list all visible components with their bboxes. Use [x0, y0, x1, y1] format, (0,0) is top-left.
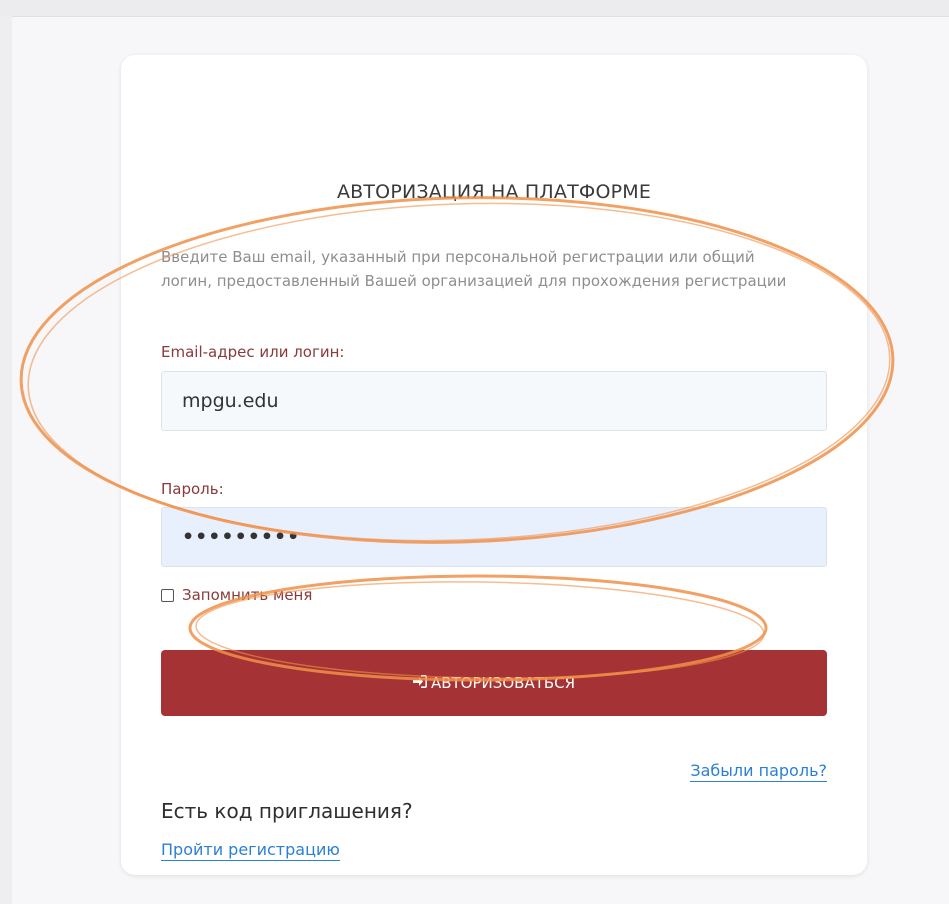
- invite-heading: Есть код приглашения?: [161, 799, 413, 823]
- intro-text: Введите Ваш email, указанный при персона…: [161, 248, 787, 290]
- register-link[interactable]: Пройти регистрацию: [161, 840, 340, 861]
- email-label: Email-адрес или логин:: [161, 343, 345, 361]
- login-button[interactable]: АВТОРИЗОВАТЬСЯ: [161, 650, 827, 716]
- remember-me[interactable]: Запомнить меня: [161, 586, 312, 604]
- password-label: Пароль:: [161, 480, 224, 498]
- remember-checkbox[interactable]: [161, 588, 174, 602]
- browser-top-bar: [0, 0, 949, 17]
- login-button-label: АВТОРИЗОВАТЬСЯ: [430, 674, 576, 692]
- left-edge-panel: [0, 16, 12, 904]
- remember-label: Запомнить меня: [182, 586, 313, 604]
- forgot-password-link[interactable]: Забыли пароль?: [690, 761, 827, 782]
- page-title: АВТОРИЗАЦИЯ НА ПЛАТФОРМЕ: [336, 181, 652, 203]
- login-card: АВТОРИЗАЦИЯ НА ПЛАТФОРМЕ Введите Ваш ema…: [121, 55, 867, 875]
- email-field[interactable]: mpgu.edu: [161, 371, 827, 431]
- password-field[interactable]: •••••••••: [161, 507, 827, 567]
- sign-in-icon: [412, 674, 427, 692]
